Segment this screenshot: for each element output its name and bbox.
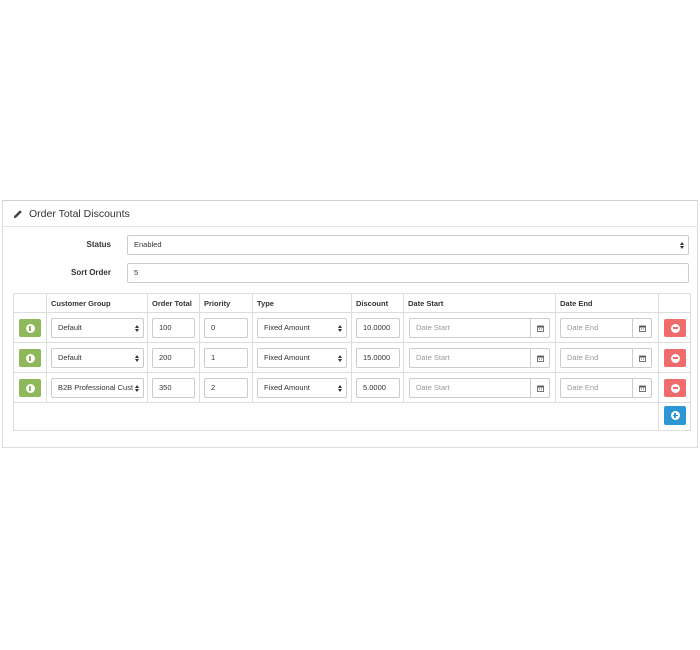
select-arrows-icon bbox=[133, 379, 139, 397]
table-row: Default 100 0 Fixed Amount 10.0000 Date … bbox=[13, 312, 691, 343]
order-total-discounts-panel: Order Total Discounts Status Enabled Sor… bbox=[2, 200, 698, 448]
date-start-input[interactable]: Date Start bbox=[409, 378, 550, 398]
minus-circle-icon bbox=[670, 323, 680, 333]
info-icon bbox=[25, 383, 35, 393]
sort-order-input[interactable]: 5 bbox=[127, 263, 689, 283]
priority-input[interactable]: 0 bbox=[204, 318, 248, 338]
minus-circle-icon bbox=[670, 383, 680, 393]
remove-button[interactable] bbox=[664, 319, 686, 337]
remove-button[interactable] bbox=[664, 379, 686, 397]
header-date-start: Date Start bbox=[403, 293, 556, 313]
header-order-total: Order Total bbox=[147, 293, 200, 313]
customer-group-value: Default bbox=[58, 323, 82, 332]
order-total-input[interactable]: 200 bbox=[152, 348, 195, 368]
minus-circle-icon bbox=[670, 353, 680, 363]
sort-order-value: 5 bbox=[134, 268, 139, 277]
discounts-table: Customer Group Order Total Priority Type… bbox=[13, 293, 691, 431]
customer-group-value: Default bbox=[58, 353, 82, 362]
add-row bbox=[13, 402, 691, 431]
info-icon bbox=[25, 353, 35, 363]
calendar-icon bbox=[537, 355, 544, 362]
order-total-input[interactable]: 350 bbox=[152, 378, 195, 398]
priority-input[interactable]: 2 bbox=[204, 378, 248, 398]
add-discount-button[interactable] bbox=[664, 406, 686, 425]
status-label: Status bbox=[86, 240, 111, 249]
header-remove bbox=[658, 293, 691, 313]
customer-group-select[interactable]: Default bbox=[51, 318, 144, 338]
priority-input[interactable]: 1 bbox=[204, 348, 248, 368]
order-total-input[interactable]: 100 bbox=[152, 318, 195, 338]
pencil-icon bbox=[14, 209, 22, 218]
select-arrows-icon bbox=[680, 236, 684, 254]
calendar-icon bbox=[537, 385, 544, 392]
calendar-icon bbox=[639, 355, 646, 362]
status-value: Enabled bbox=[134, 240, 162, 249]
info-button[interactable] bbox=[19, 319, 41, 337]
sort-order-row: Sort Order 5 bbox=[3, 263, 699, 283]
select-arrows-icon bbox=[338, 319, 342, 337]
table-header-row: Customer Group Order Total Priority Type… bbox=[13, 293, 691, 313]
date-start-input[interactable]: Date Start bbox=[409, 348, 550, 368]
select-arrows-icon bbox=[135, 319, 139, 337]
header-discount: Discount bbox=[351, 293, 404, 313]
panel-title: Order Total Discounts bbox=[29, 207, 130, 220]
discount-input[interactable]: 5.0000 bbox=[356, 378, 400, 398]
calendar-icon bbox=[639, 385, 646, 392]
info-button[interactable] bbox=[19, 379, 41, 397]
table-row: Default 200 1 Fixed Amount 15.0000 Date … bbox=[13, 342, 691, 373]
remove-button[interactable] bbox=[664, 349, 686, 367]
calendar-button[interactable] bbox=[632, 378, 652, 398]
panel-heading: Order Total Discounts bbox=[3, 201, 697, 227]
calendar-button[interactable] bbox=[632, 318, 652, 338]
calendar-icon bbox=[639, 325, 646, 332]
select-arrows-icon bbox=[135, 349, 139, 367]
type-value: Fixed Amount bbox=[264, 353, 310, 362]
discount-input[interactable]: 15.0000 bbox=[356, 348, 400, 368]
date-start-input[interactable]: Date Start bbox=[409, 318, 550, 338]
calendar-button[interactable] bbox=[530, 348, 550, 368]
calendar-button[interactable] bbox=[632, 348, 652, 368]
add-row-spacer bbox=[13, 402, 659, 431]
customer-group-value: B2B Professional Custo bbox=[58, 383, 138, 392]
type-value: Fixed Amount bbox=[264, 383, 310, 392]
header-type: Type bbox=[252, 293, 352, 313]
info-button[interactable] bbox=[19, 349, 41, 367]
status-select[interactable]: Enabled bbox=[127, 235, 689, 255]
status-row: Status Enabled bbox=[3, 235, 699, 255]
sort-order-label: Sort Order bbox=[70, 268, 111, 277]
select-arrows-icon bbox=[338, 349, 342, 367]
discount-input[interactable]: 10.0000 bbox=[356, 318, 400, 338]
calendar-button[interactable] bbox=[530, 318, 550, 338]
customer-group-select[interactable]: B2B Professional Custo bbox=[51, 378, 144, 398]
header-priority: Priority bbox=[199, 293, 253, 313]
table-row: B2B Professional Custo 350 2 Fixed Amoun… bbox=[13, 372, 691, 403]
header-date-end: Date End bbox=[555, 293, 659, 313]
calendar-icon bbox=[537, 325, 544, 332]
type-select[interactable]: Fixed Amount bbox=[257, 348, 347, 368]
header-actions bbox=[13, 293, 47, 313]
type-select[interactable]: Fixed Amount bbox=[257, 318, 347, 338]
customer-group-select[interactable]: Default bbox=[51, 348, 144, 368]
calendar-button[interactable] bbox=[530, 378, 550, 398]
plus-circle-icon bbox=[670, 411, 680, 420]
type-select[interactable]: Fixed Amount bbox=[257, 378, 347, 398]
type-value: Fixed Amount bbox=[264, 323, 310, 332]
select-arrows-icon bbox=[338, 379, 342, 397]
header-customer-group: Customer Group bbox=[46, 293, 148, 313]
info-icon bbox=[25, 323, 35, 333]
